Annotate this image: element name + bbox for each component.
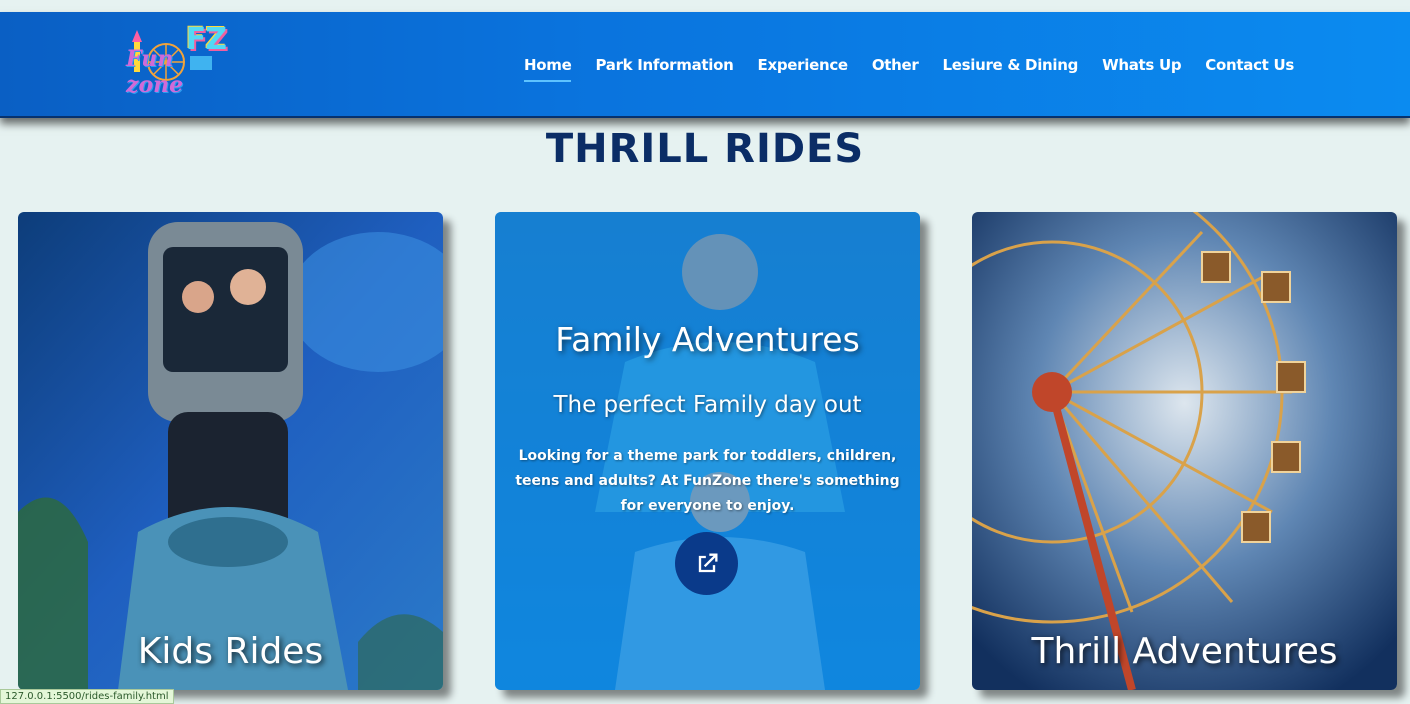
card-title: Thrill Adventures xyxy=(1031,631,1338,672)
nav-park-information[interactable]: Park Information xyxy=(595,56,733,74)
nav-contact-us[interactable]: Contact Us xyxy=(1205,56,1294,74)
open-link-button[interactable] xyxy=(675,532,738,595)
card-subtitle: The perfect Family day out xyxy=(553,392,862,418)
card-title: Family Adventures xyxy=(555,320,860,359)
main-nav: Home Park Information Experience Other L… xyxy=(524,56,1318,82)
card-family-adventures[interactable]: Family Adventures The perfect Family day… xyxy=(495,212,920,690)
navbar: FZ Fun zone Home Park Information Experi… xyxy=(0,12,1410,118)
card-description: Looking for a theme park for toddlers, c… xyxy=(515,448,900,514)
status-bar-url: 127.0.0.1:5500/rides-family.html xyxy=(0,689,174,704)
card-thrill-adventures[interactable]: Thrill Adventures xyxy=(972,212,1397,690)
thrill-adventures-image xyxy=(972,212,1397,690)
card-title: Kids Rides xyxy=(137,631,324,672)
funzone-logo[interactable]: FZ Fun zone xyxy=(126,22,230,100)
nav-home[interactable]: Home xyxy=(524,56,572,82)
nav-leisure-dining[interactable]: Lesiure & Dining xyxy=(942,56,1078,74)
logo-text: Fun zone xyxy=(126,46,184,98)
nav-experience[interactable]: Experience xyxy=(758,56,849,74)
kids-rides-image xyxy=(18,212,443,690)
page-title: THRILL RIDES xyxy=(545,126,865,172)
card-kids-rides[interactable]: Kids Rides xyxy=(18,212,443,690)
external-link-icon xyxy=(698,553,717,572)
nav-whats-up[interactable]: Whats Up xyxy=(1102,56,1181,74)
nav-other[interactable]: Other xyxy=(872,56,919,74)
